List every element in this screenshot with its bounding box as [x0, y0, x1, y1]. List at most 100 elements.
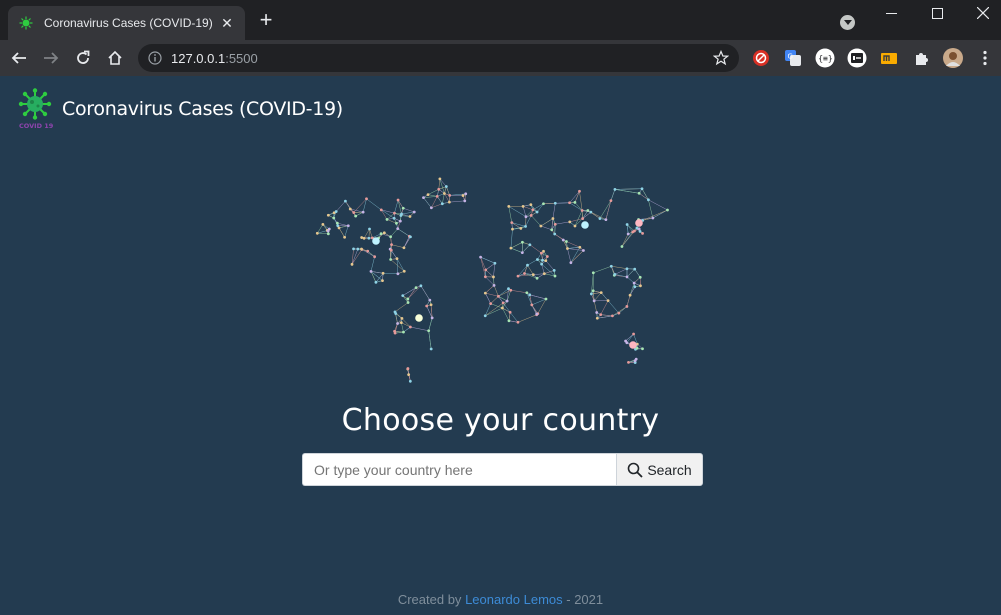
browser-tab[interactable]: Coronavirus Cases (COVID-19) ✕	[8, 6, 245, 40]
map-node	[429, 303, 433, 307]
map-node	[365, 197, 368, 201]
extension-dark-icon[interactable]	[847, 48, 867, 68]
map-node	[633, 229, 636, 233]
svg-text:{≡}: {≡}	[818, 54, 832, 63]
tab-search-icon[interactable]	[840, 15, 855, 30]
map-node	[367, 236, 371, 240]
browser-tabstrip: Coronavirus Cases (COVID-19) ✕ +	[0, 0, 1001, 40]
map-node	[429, 206, 433, 210]
map-highlight-node	[372, 237, 380, 245]
map-node	[633, 267, 637, 271]
map-node	[429, 347, 433, 351]
more-menu-icon[interactable]	[975, 48, 995, 68]
extensions-puzzle-icon[interactable]	[911, 48, 931, 68]
map-node	[428, 298, 432, 302]
country-search-form: Search	[302, 453, 703, 486]
map-node	[392, 216, 396, 220]
map-node	[542, 202, 545, 206]
maximize-icon[interactable]	[914, 2, 960, 24]
map-node	[526, 263, 529, 267]
extension-yellow-icon[interactable]	[879, 48, 899, 68]
map-node	[638, 275, 642, 279]
map-node	[464, 192, 468, 196]
map-node	[539, 224, 543, 228]
footer-prefix: Created by	[397, 592, 462, 607]
map-node	[368, 227, 371, 231]
extension-red-shield-icon[interactable]	[751, 48, 771, 68]
map-node	[484, 268, 488, 272]
map-node	[321, 222, 325, 226]
brand[interactable]: COVID 19 Coronavirus Cases (COVID-19)	[18, 88, 343, 130]
map-node	[573, 201, 577, 204]
map-node	[524, 224, 527, 228]
map-node	[381, 271, 385, 275]
map-node	[529, 203, 533, 207]
footer-suffix: - 2021	[566, 592, 604, 607]
map-node	[524, 215, 528, 219]
forward-arrow-icon[interactable]	[39, 46, 63, 70]
profile-avatar[interactable]	[943, 48, 963, 68]
map-node	[352, 247, 355, 251]
home-icon[interactable]	[103, 46, 127, 70]
map-node	[581, 217, 585, 220]
map-node	[400, 317, 404, 320]
map-node	[422, 196, 425, 200]
map-node	[565, 240, 568, 243]
map-node	[382, 231, 386, 235]
map-node	[536, 258, 539, 261]
map-node	[550, 228, 554, 232]
map-node	[528, 293, 532, 297]
map-node	[344, 199, 347, 203]
site-info-icon[interactable]	[148, 51, 162, 65]
map-node	[539, 251, 543, 255]
map-node	[366, 249, 370, 253]
minimize-icon[interactable]	[868, 2, 914, 24]
url-host: 127.0.0.1	[171, 51, 226, 66]
author-link[interactable]: Leonardo Lemos	[465, 592, 563, 607]
map-node	[604, 218, 608, 222]
map-node	[582, 249, 585, 252]
search-button[interactable]: Search	[616, 453, 703, 486]
map-node	[580, 209, 584, 212]
close-window-icon[interactable]	[960, 2, 1001, 24]
map-node	[540, 262, 544, 266]
map-node	[545, 255, 549, 258]
map-node	[402, 330, 405, 334]
tab-close-icon[interactable]: ✕	[219, 15, 235, 32]
map-node	[389, 235, 393, 239]
extension-translate-icon[interactable]: G	[783, 48, 803, 68]
map-node	[516, 274, 520, 278]
reload-icon[interactable]	[71, 46, 95, 70]
new-tab-icon[interactable]: +	[256, 9, 276, 31]
map-node	[509, 246, 513, 250]
map-node	[632, 281, 636, 285]
map-node	[591, 271, 595, 275]
map-node	[414, 286, 418, 290]
map-node	[552, 268, 556, 272]
map-node	[609, 264, 613, 268]
map-node	[501, 301, 505, 305]
map-node	[627, 361, 630, 364]
map-node	[407, 373, 411, 377]
back-arrow-icon[interactable]	[7, 46, 31, 70]
bookmark-star-icon[interactable]	[712, 49, 730, 66]
extension-json-icon[interactable]: {≡}	[815, 48, 835, 68]
map-highlight-node	[635, 219, 643, 227]
map-node	[569, 261, 573, 265]
map-node	[463, 199, 467, 203]
map-links	[317, 178, 668, 382]
map-node	[483, 291, 487, 295]
map-node	[625, 275, 629, 279]
map-node	[510, 221, 514, 225]
map-node	[566, 247, 569, 250]
country-search-input[interactable]	[302, 453, 616, 486]
tab-title: Coronavirus Cases (COVID-19)	[44, 16, 213, 30]
map-node	[401, 294, 405, 298]
map-node	[542, 272, 546, 276]
address-bar[interactable]: 127.0.0.1:5500	[138, 44, 739, 72]
map-node	[496, 294, 500, 298]
map-node	[373, 255, 377, 259]
map-node	[613, 187, 617, 191]
map-node	[507, 319, 511, 323]
map-node	[374, 280, 378, 284]
